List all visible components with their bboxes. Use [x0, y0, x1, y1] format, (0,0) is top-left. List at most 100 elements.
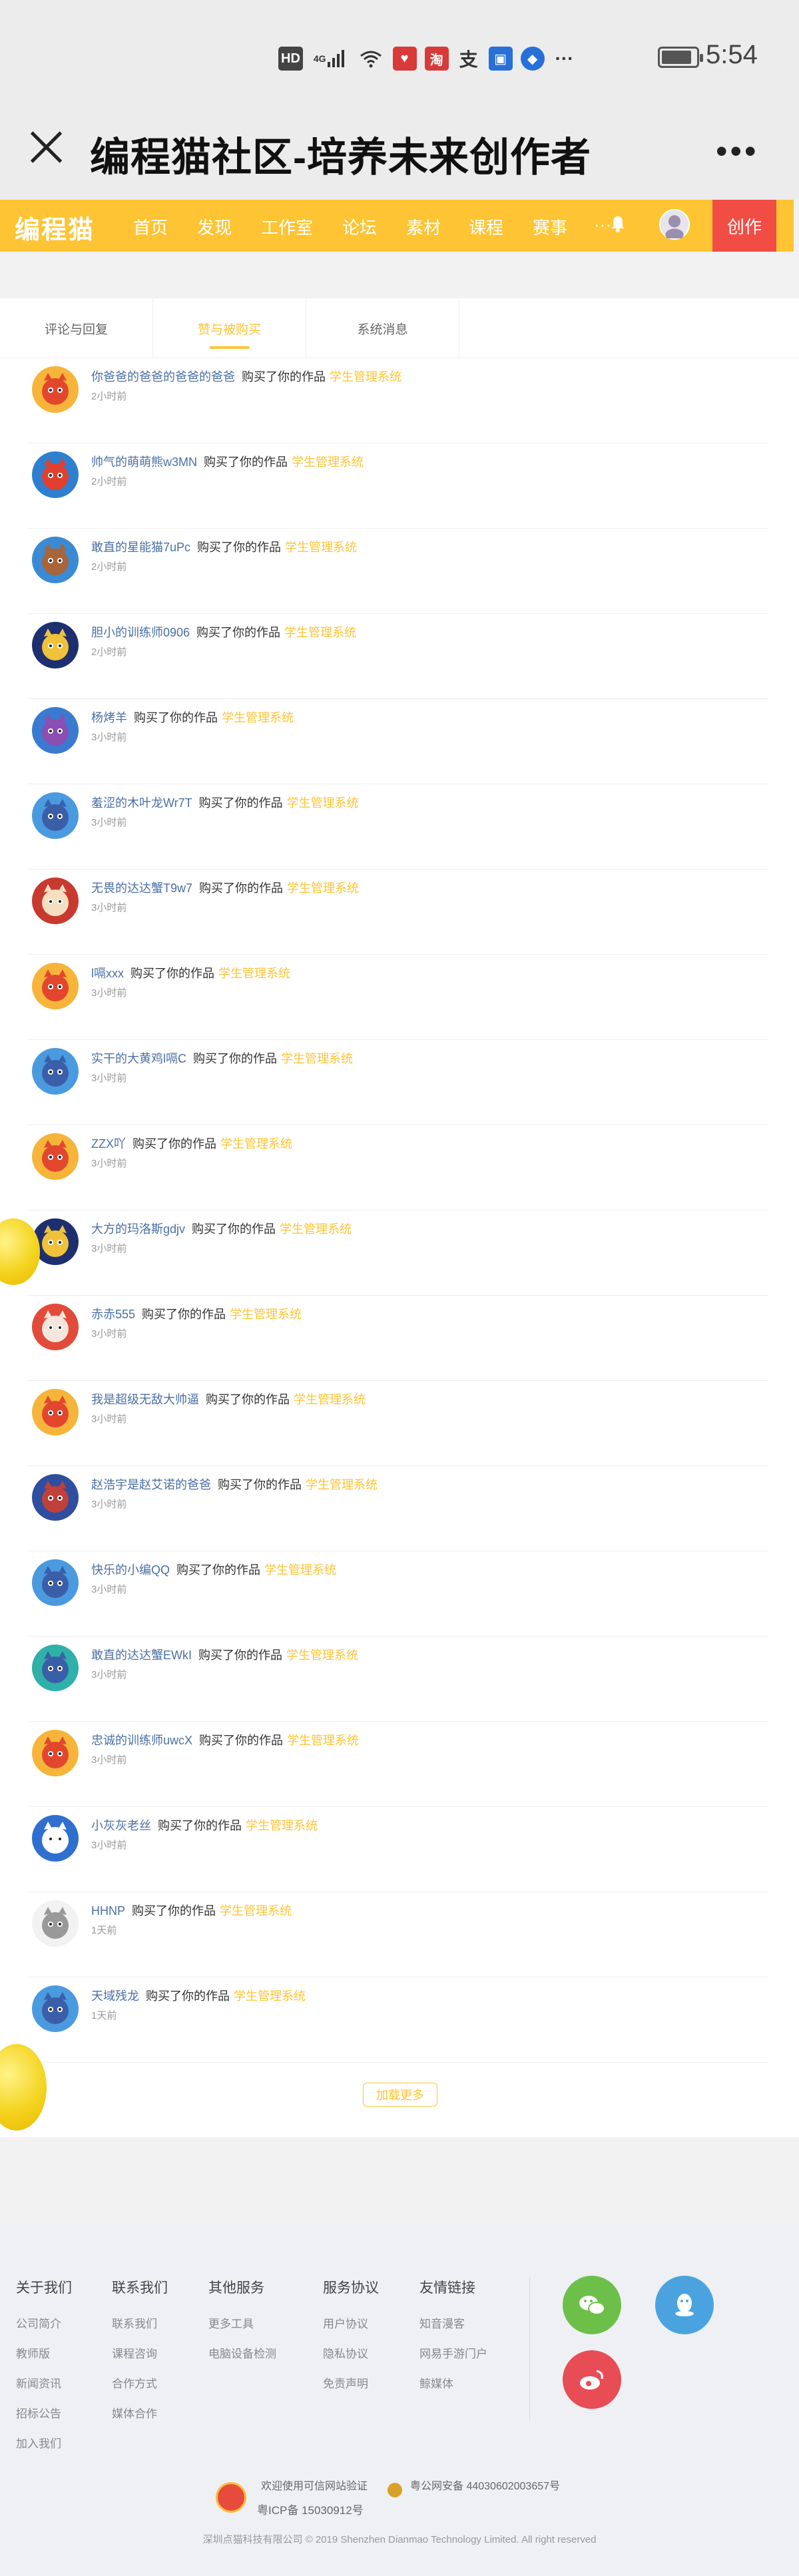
avatar[interactable]	[32, 1900, 79, 1947]
avatar[interactable]	[32, 537, 79, 583]
user-name-link[interactable]: 敢直的达达蟹EWkI	[91, 1649, 192, 1662]
footer-link[interactable]: 教师版	[16, 2344, 72, 2361]
user-name-link[interactable]: 杨烤羊	[91, 711, 127, 724]
user-avatar[interactable]	[659, 209, 690, 241]
trusted-site-text[interactable]: 欢迎使用可信网站验证	[261, 2477, 368, 2493]
footer-link[interactable]: 隐私协议	[323, 2344, 379, 2361]
work-title-link[interactable]: 学生管理系统	[287, 882, 359, 895]
avatar[interactable]	[32, 1985, 79, 2032]
user-name-link[interactable]: 大方的玛洛斯gdjv	[91, 1222, 185, 1236]
close-icon[interactable]	[25, 127, 67, 168]
nav-item-contests[interactable]: 赛事	[533, 214, 567, 239]
nav-item-materials[interactable]: 素材	[406, 214, 441, 239]
avatar[interactable]	[32, 1133, 79, 1180]
footer-link[interactable]: 网易手游门户	[419, 2344, 487, 2361]
footer-link[interactable]: 新闻资讯	[16, 2374, 72, 2391]
avatar[interactable]	[32, 1815, 79, 1862]
user-name-link[interactable]: 忠诚的训练师uwcX	[91, 1734, 192, 1747]
footer-link[interactable]: 免责声明	[323, 2374, 379, 2391]
avatar[interactable]	[32, 1304, 79, 1350]
tab-system-messages[interactable]: 系统消息	[306, 298, 459, 358]
work-title-link[interactable]: 学生管理系统	[230, 1308, 302, 1321]
nav-item-discover[interactable]: 发现	[197, 214, 232, 239]
user-name-link[interactable]: 你爸爸的爸爸的爸爸的爸爸	[91, 370, 235, 384]
bell-icon[interactable]	[609, 214, 627, 233]
user-name-link[interactable]: 无畏的达达蟹T9w7	[91, 882, 192, 895]
avatar[interactable]	[32, 1559, 79, 1606]
work-title-link[interactable]: 学生管理系统	[286, 1649, 358, 1662]
footer-link[interactable]: 合作方式	[112, 2374, 168, 2391]
avatar[interactable]	[32, 1048, 79, 1095]
user-name-link[interactable]: HHNP	[91, 1904, 125, 1918]
avatar[interactable]	[32, 451, 79, 498]
work-title-link[interactable]: 学生管理系统	[280, 1222, 352, 1236]
tab-comments[interactable]: 评论与回复	[0, 298, 153, 358]
tab-likes-purchases[interactable]: 赞与被购买	[153, 298, 306, 358]
wechat-icon[interactable]	[563, 2276, 621, 2334]
avatar[interactable]	[32, 1389, 79, 1435]
footer-link[interactable]: 加入我们	[16, 2434, 72, 2451]
work-title-link[interactable]: 学生管理系统	[284, 626, 356, 639]
footer-link[interactable]: 电脑设备检测	[208, 2344, 276, 2361]
nav-item-courses[interactable]: 课程	[469, 214, 503, 239]
avatar[interactable]	[32, 1730, 79, 1776]
footer-link[interactable]: 更多工具	[208, 2314, 276, 2331]
work-title-link[interactable]: 学生管理系统	[330, 370, 401, 384]
work-title-link[interactable]: 学生管理系统	[220, 1137, 292, 1151]
user-name-link[interactable]: l嗝xxx	[91, 967, 124, 980]
logo[interactable]: 编程猫	[15, 209, 95, 246]
user-name-link[interactable]: 实干的大黄鸡l嗝C	[91, 1052, 186, 1065]
footer-link[interactable]: 媒体合作	[112, 2404, 168, 2421]
avatar[interactable]	[32, 792, 79, 839]
police-record-text[interactable]: 粤公网安备 44030602003657号	[410, 2477, 560, 2493]
work-title-link[interactable]: 学生管理系统	[246, 1819, 318, 1832]
user-name-link[interactable]: 我是超级无敌大帅逼	[91, 1393, 199, 1406]
work-title-link[interactable]: 学生管理系统	[287, 1734, 359, 1747]
work-title-link[interactable]: 学生管理系统	[306, 1478, 378, 1491]
user-name-link[interactable]: 快乐的小编QQ	[91, 1563, 170, 1577]
create-button[interactable]: 创作	[712, 200, 776, 252]
qq-icon[interactable]	[655, 2276, 714, 2334]
avatar[interactable]	[32, 366, 79, 413]
user-name-link[interactable]: 赤赤555	[91, 1308, 135, 1321]
more-menu-icon[interactable]: •••	[716, 132, 759, 170]
avatar[interactable]	[32, 622, 79, 668]
footer-link[interactable]: 用户协议	[323, 2314, 379, 2331]
avatar[interactable]	[32, 878, 79, 924]
footer-link[interactable]: 招标公告	[16, 2404, 72, 2421]
user-name-link[interactable]: 帅气的萌萌熊w3MN	[91, 455, 197, 469]
work-title-link[interactable]: 学生管理系统	[281, 1052, 353, 1065]
avatar[interactable]	[32, 1474, 79, 1521]
work-title-link[interactable]: 学生管理系统	[222, 711, 294, 724]
footer-link[interactable]: 知音漫客	[419, 2314, 487, 2331]
avatar[interactable]	[32, 963, 79, 1009]
footer-link[interactable]: 公司简介	[16, 2314, 72, 2331]
avatar[interactable]	[32, 707, 79, 754]
user-name-link[interactable]: 小灰灰老丝	[91, 1819, 151, 1832]
load-more-button[interactable]: 加载更多	[363, 2083, 437, 2107]
weibo-icon[interactable]	[563, 2350, 621, 2409]
work-title-link[interactable]: 学生管理系统	[234, 1989, 306, 2003]
footer-link[interactable]: 鲸媒体	[419, 2374, 487, 2391]
avatar[interactable]	[32, 1645, 79, 1691]
nav-item-home[interactable]: 首页	[133, 214, 168, 239]
work-title-link[interactable]: 学生管理系统	[294, 1393, 366, 1406]
timestamp: 2小时前	[91, 646, 127, 658]
user-name-link[interactable]: 天域残龙	[91, 1989, 139, 2003]
work-title-link[interactable]: 学生管理系统	[218, 967, 290, 980]
nav-item-forum[interactable]: 论坛	[342, 214, 377, 239]
user-name-link[interactable]: 敢直的星能猫7uPc	[91, 541, 190, 554]
icp-record-text[interactable]: 粤ICP备 15030912号	[257, 2501, 364, 2517]
user-name-link[interactable]: 胆小的训练师0906	[91, 626, 190, 639]
work-title-link[interactable]: 学生管理系统	[264, 1563, 336, 1577]
user-name-link[interactable]: 赵浩宇是赵艾诺的爸爸	[91, 1478, 211, 1491]
work-title-link[interactable]: 学生管理系统	[292, 455, 364, 469]
work-title-link[interactable]: 学生管理系统	[287, 796, 359, 810]
nav-item-studio[interactable]: 工作室	[261, 214, 313, 239]
work-title-link[interactable]: 学生管理系统	[220, 1904, 292, 1918]
footer-link[interactable]: 联系我们	[112, 2314, 168, 2331]
user-name-link[interactable]: ZZX吖	[91, 1137, 126, 1151]
work-title-link[interactable]: 学生管理系统	[285, 541, 357, 554]
user-name-link[interactable]: 羞涩的木叶龙Wr7T	[91, 796, 192, 810]
footer-link[interactable]: 课程咨询	[112, 2344, 168, 2361]
